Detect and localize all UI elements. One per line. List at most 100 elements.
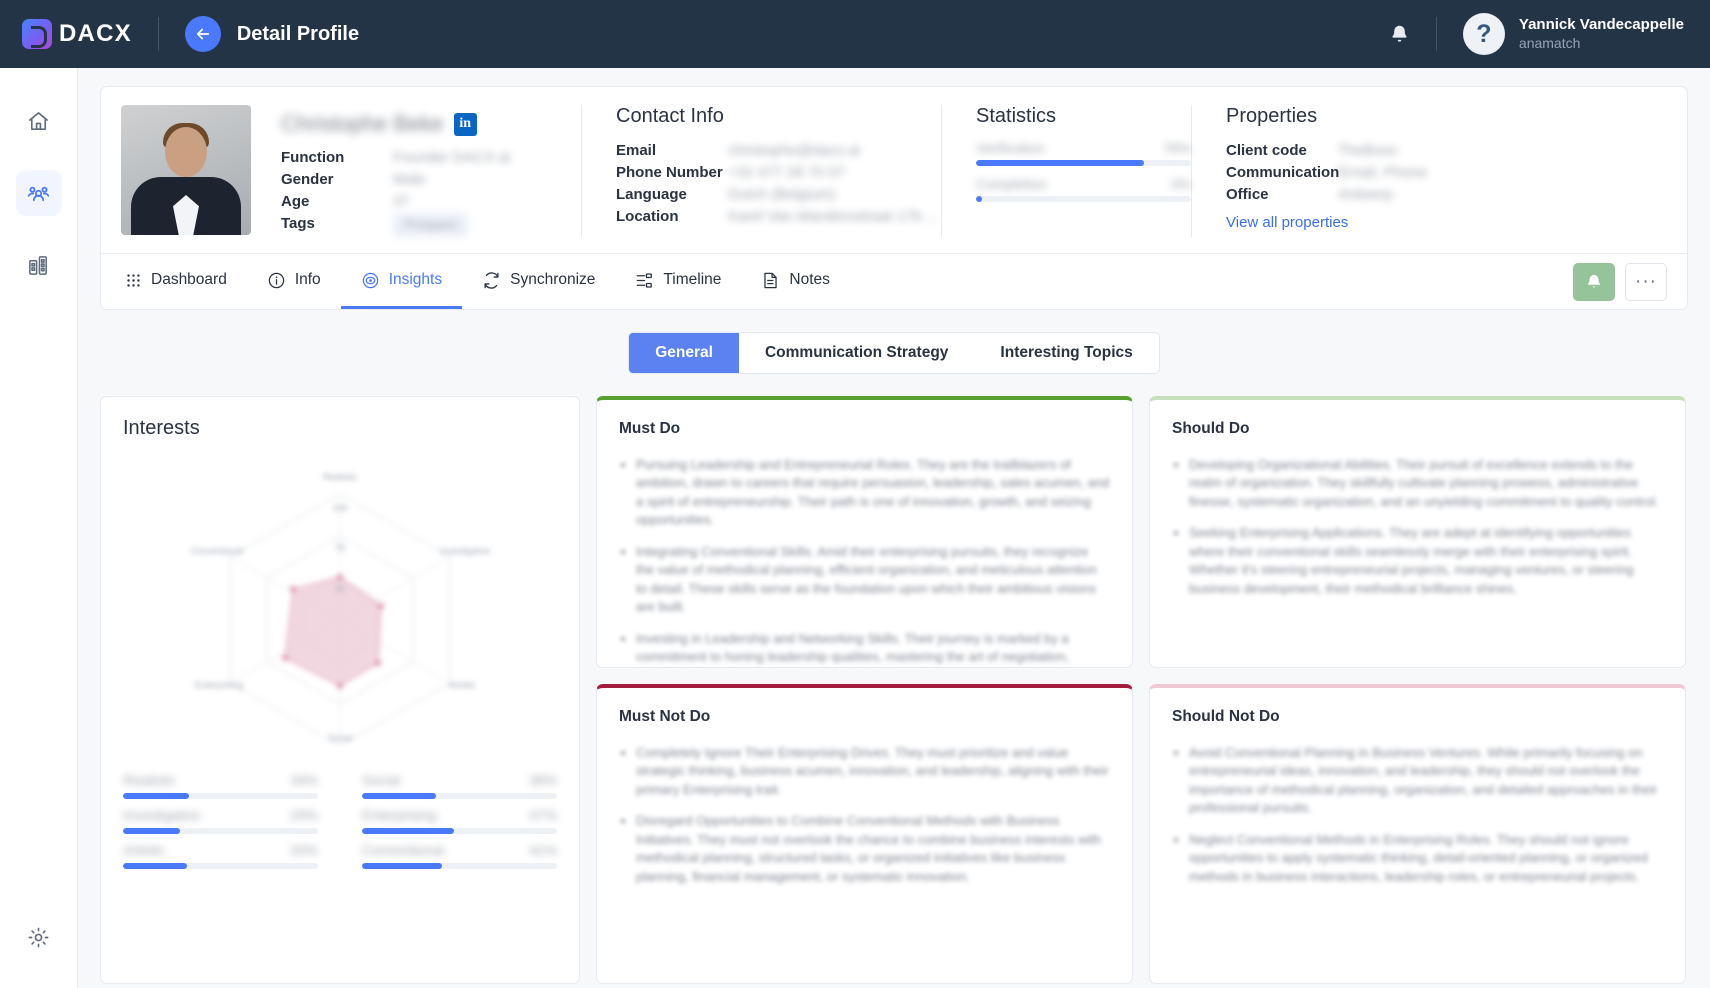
property-office: Office Antwerp <box>1226 184 1491 206</box>
profile-name: Christophe Beke <box>281 111 444 136</box>
sidebar-item-people[interactable] <box>15 170 62 216</box>
must-do-title: Must Do <box>619 420 681 437</box>
dacx-logo-icon <box>22 19 52 49</box>
statistics-title: Statistics <box>976 105 1057 127</box>
properties-section: Properties Client code TheBoss Communica… <box>1191 105 1491 237</box>
list-item: Pursuing Leadership and Entrepreneurial … <box>619 456 1110 530</box>
grid-dots-icon <box>127 273 140 287</box>
stat-label: Verification <box>976 140 1045 156</box>
arrow-left-icon <box>196 28 209 40</box>
note-icon <box>764 272 778 288</box>
tab-insights[interactable]: Insights <box>340 254 463 309</box>
riasec-value: 38% <box>528 772 557 788</box>
subtab-interesting-topics[interactable]: Interesting Topics <box>974 333 1158 373</box>
field-label: Office <box>1226 186 1269 203</box>
contact-field-language: Language Dutch (Belgium) <box>616 184 941 206</box>
field-value: Dutch (Belgium) <box>728 186 836 203</box>
must-not-do-title: Must Not Do <box>619 708 711 725</box>
building-icon <box>29 255 47 275</box>
stat-completion: Completion 3% <box>976 176 1191 202</box>
should-not-do-title: Should Not Do <box>1172 708 1280 725</box>
refresh-icon <box>484 271 499 289</box>
list-item: Neglect Conventional Methods in Enterpri… <box>1172 831 1663 886</box>
tab-timeline[interactable]: Timeline <box>615 254 741 309</box>
field-value: TheBoss <box>1338 142 1398 159</box>
progress-bar <box>123 863 318 869</box>
brand-logo[interactable]: DACX <box>22 19 132 49</box>
back-button[interactable] <box>184 16 221 52</box>
more-actions-button[interactable]: ··· <box>1625 262 1667 301</box>
field-label: Client code <box>1226 142 1307 159</box>
riasec-investigative: Investigative 29% <box>123 807 318 834</box>
enrich-button[interactable] <box>1573 262 1615 301</box>
contact-field-email: Email christophe@dacx.ai <box>616 140 941 162</box>
insights-grid: Interests Realistic Investigative Artist… <box>100 396 1688 984</box>
interests-title: Interests <box>123 417 200 439</box>
svg-text:Artistic: Artistic <box>449 680 477 690</box>
riasec-value: 29% <box>289 807 318 823</box>
field-label: Location <box>616 208 679 225</box>
list-item: Integrating Conventional Skills. Amid th… <box>619 543 1110 617</box>
property-client-code: Client code TheBoss <box>1226 140 1491 162</box>
subtab-general[interactable]: General <box>629 333 739 373</box>
advice-column-should: Should Do Developing Organizational Abil… <box>1149 396 1686 984</box>
svg-text:Conventional: Conventional <box>191 546 244 556</box>
list-item: Seeking Enterprising Applications. They … <box>1172 524 1663 598</box>
field-label: Email <box>616 142 657 159</box>
list-item: Avoid Conventional Planning in Business … <box>1172 744 1663 818</box>
profile-field-gender: Gender Male <box>281 169 581 191</box>
status-badge[interactable]: Prospect <box>393 213 469 237</box>
statistics-section: Statistics Verification 78% Completion 3… <box>941 105 1191 237</box>
sidebar-item-home[interactable] <box>16 98 62 144</box>
profile-photo <box>121 105 251 235</box>
riasec-value: 34% <box>289 772 318 788</box>
progress-bar <box>976 160 1191 166</box>
sidebar-item-settings[interactable] <box>16 914 62 960</box>
bell-icon <box>1392 25 1407 42</box>
riasec-label: Investigative <box>123 807 201 823</box>
riasec-value: 47% <box>528 807 557 823</box>
riasec-label: Artistic <box>123 842 165 858</box>
insights-subtabs: General Communication Strategy Interesti… <box>100 332 1688 374</box>
sidebar-item-companies[interactable] <box>16 242 62 288</box>
subtab-communication-strategy[interactable]: Communication Strategy <box>739 333 974 373</box>
main-content: Christophe Beke in Function Founder DACX… <box>78 68 1710 988</box>
riasec-realistic: Realistic 34% <box>123 772 318 799</box>
stat-value: 78% <box>1162 140 1191 156</box>
info-circle-icon <box>268 272 285 288</box>
tab-dashboard[interactable]: Dashboard <box>121 254 247 309</box>
tab-info[interactable]: Info <box>247 254 341 309</box>
tab-synchronize[interactable]: Synchronize <box>462 254 615 309</box>
notifications-button[interactable] <box>1389 24 1410 45</box>
profile-basic-info: Christophe Beke in Function Founder DACX… <box>251 105 581 237</box>
stat-value: 3% <box>1170 176 1191 192</box>
riasec-scores: Realistic 34% Social 38% Investigative 29% … <box>123 772 557 869</box>
progress-bar <box>123 793 318 799</box>
riasec-label: Conventional <box>362 842 444 858</box>
tab-label: Info <box>294 271 321 288</box>
timeline-icon <box>637 272 653 288</box>
svg-text:Social: Social <box>328 733 353 743</box>
contact-field-location: Location Karel Van Mandersstraat 17b ... <box>616 206 941 228</box>
riasec-label: Enterprising <box>362 807 437 823</box>
riasec-social: Social 38% <box>362 772 557 799</box>
progress-bar <box>362 863 557 869</box>
profile-tabs: Dashboard Info Insights Synchronize Time… <box>101 253 1687 309</box>
contact-info-title: Contact Info <box>616 105 724 127</box>
property-communication: Communication Email, Phone <box>1226 162 1491 184</box>
radar-chart-svg: Realistic Investigative Artistic Social … <box>191 472 490 746</box>
linkedin-icon[interactable]: in <box>453 112 477 136</box>
progress-bar <box>976 196 1191 202</box>
interests-radar-chart: Realistic Investigative Artistic Social … <box>123 456 557 746</box>
profile-summary-card: Christophe Beke in Function Founder DACX… <box>100 86 1688 310</box>
stat-verification: Verification 78% <box>976 140 1191 166</box>
view-all-properties-link[interactable]: View all properties <box>1226 214 1348 231</box>
sidebar <box>0 68 78 988</box>
divider <box>157 17 159 51</box>
field-value: Karel Van Mandersstraat 17b ... <box>728 208 939 225</box>
riasec-artistic: Artistic 33% <box>123 842 318 869</box>
user-menu[interactable]: ? Yannick Vandecappelle anamatch <box>1462 13 1684 55</box>
tab-label: Timeline <box>663 271 722 288</box>
tab-notes[interactable]: Notes <box>741 254 850 309</box>
tab-label: Synchronize <box>510 271 596 288</box>
